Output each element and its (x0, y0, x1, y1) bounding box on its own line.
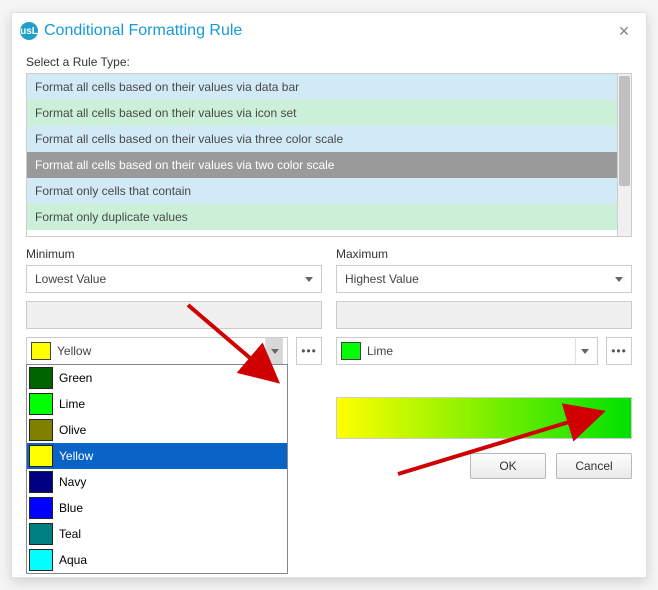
color-swatch-icon (29, 523, 53, 545)
chevron-down-icon (581, 349, 589, 354)
maximum-color-select[interactable]: Lime (336, 337, 598, 365)
dialog-body: Select a Rule Type: Format all cells bas… (12, 49, 646, 577)
minimum-color-more-button[interactable]: ••• (296, 337, 322, 365)
chevron-down-icon (305, 277, 313, 282)
minimum-value-type-select[interactable]: Lowest Value (26, 265, 322, 293)
color-option[interactable]: Lime (27, 391, 287, 417)
gradient-preview (336, 397, 632, 439)
chevron-down-icon (615, 277, 623, 282)
color-option-label: Olive (59, 423, 86, 437)
close-icon[interactable]: ✕ (612, 23, 636, 40)
color-swatch-icon (29, 367, 53, 389)
chevron-down-icon (271, 349, 279, 354)
rule-type-item[interactable]: Format all cells based on their values v… (27, 100, 617, 126)
rule-type-list-wrap: Format all cells based on their values v… (26, 73, 632, 237)
minimum-color-swatch (31, 342, 51, 360)
rule-list-scrollbar[interactable] (618, 73, 632, 237)
rule-type-item[interactable]: Format only duplicate values (27, 204, 617, 230)
maximum-value-input[interactable] (336, 301, 632, 329)
maximum-value-type-select[interactable]: Highest Value (336, 265, 632, 293)
maximum-color-dropdown-toggle[interactable] (575, 338, 593, 364)
color-swatch-icon (29, 419, 53, 441)
ok-button[interactable]: OK (470, 453, 546, 479)
color-option-label: Aqua (59, 553, 87, 567)
color-swatch-icon (29, 549, 53, 571)
color-option[interactable]: Aqua (27, 547, 287, 573)
rule-type-label: Select a Rule Type: (26, 55, 632, 69)
cancel-button[interactable]: Cancel (556, 453, 632, 479)
rule-type-item[interactable]: Format all cells based on their values v… (27, 126, 617, 152)
dialog-title: Conditional Formatting Rule (44, 22, 612, 40)
maximum-value-type-text: Highest Value (345, 272, 419, 286)
minimum-color-dropdown-toggle[interactable] (265, 338, 283, 364)
maximum-color-more-button[interactable]: ••• (606, 337, 632, 365)
color-option[interactable]: Yellow (27, 443, 287, 469)
minimum-label: Minimum (26, 247, 322, 261)
title-bar: usL Conditional Formatting Rule ✕ (12, 13, 646, 49)
rule-type-item[interactable]: Format only cells that contain (27, 178, 617, 204)
minimum-color-select[interactable]: Yellow (26, 337, 288, 365)
color-option[interactable]: Blue (27, 495, 287, 521)
color-option-label: Lime (59, 397, 85, 411)
rule-type-list[interactable]: Format all cells based on their values v… (26, 73, 618, 237)
color-palette-dropdown[interactable]: Green Lime Olive Yellow Navy Blue Teal Aqua (26, 364, 288, 574)
color-option[interactable]: Olive (27, 417, 287, 443)
minimum-column: Minimum Lowest Value Yellow ••• Green Lim… (26, 247, 322, 479)
color-option[interactable]: Navy (27, 469, 287, 495)
minimum-value-input[interactable] (26, 301, 322, 329)
maximum-color-name: Lime (367, 344, 393, 358)
color-option-label: Blue (59, 501, 83, 515)
app-icon: usL (20, 22, 38, 40)
color-option-label: Yellow (59, 449, 93, 463)
conditional-formatting-dialog: usL Conditional Formatting Rule ✕ Select… (11, 12, 647, 578)
color-option[interactable]: Green (27, 365, 287, 391)
color-option-label: Green (59, 371, 92, 385)
color-option[interactable]: Teal (27, 521, 287, 547)
minimum-value-type-text: Lowest Value (35, 272, 106, 286)
maximum-label: Maximum (336, 247, 632, 261)
rule-type-item[interactable]: Format all cells based on their values v… (27, 74, 617, 100)
maximum-color-swatch (341, 342, 361, 360)
color-swatch-icon (29, 445, 53, 467)
color-swatch-icon (29, 393, 53, 415)
rule-type-item-selected[interactable]: Format all cells based on their values v… (27, 152, 617, 178)
minimum-color-name: Yellow (57, 344, 91, 358)
scrollbar-thumb[interactable] (619, 76, 630, 186)
color-swatch-icon (29, 497, 53, 519)
maximum-column: Maximum Highest Value Lime ••• OK (336, 247, 632, 479)
color-option-label: Navy (59, 475, 86, 489)
color-swatch-icon (29, 471, 53, 493)
color-option-label: Teal (59, 527, 81, 541)
